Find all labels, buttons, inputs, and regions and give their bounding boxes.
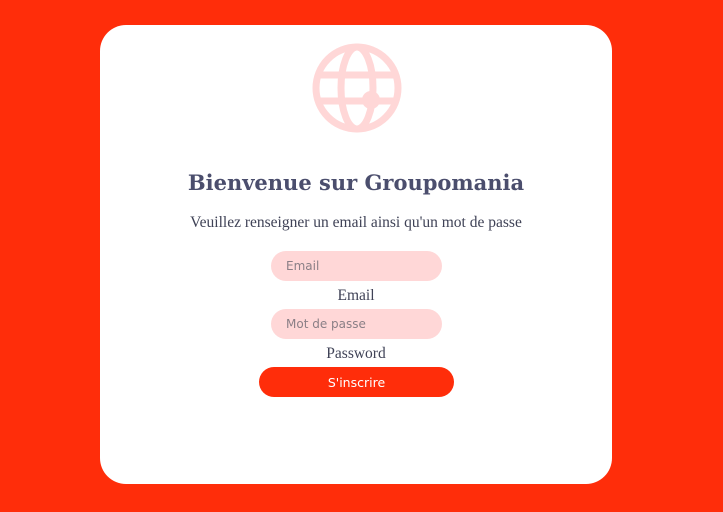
globe-icon <box>312 43 402 133</box>
password-label: Password <box>326 345 386 362</box>
signup-card: Bienvenue sur Groupomania Veuillez rense… <box>100 25 612 484</box>
email-field[interactable] <box>271 251 442 281</box>
page-title: Bienvenue sur Groupomania <box>187 170 525 195</box>
signup-button[interactable]: S'inscrire <box>259 367 454 397</box>
password-field[interactable] <box>271 309 442 339</box>
email-label: Email <box>337 287 375 304</box>
page-subtitle: Veuillez renseigner un email ainsi qu'un… <box>190 214 522 231</box>
